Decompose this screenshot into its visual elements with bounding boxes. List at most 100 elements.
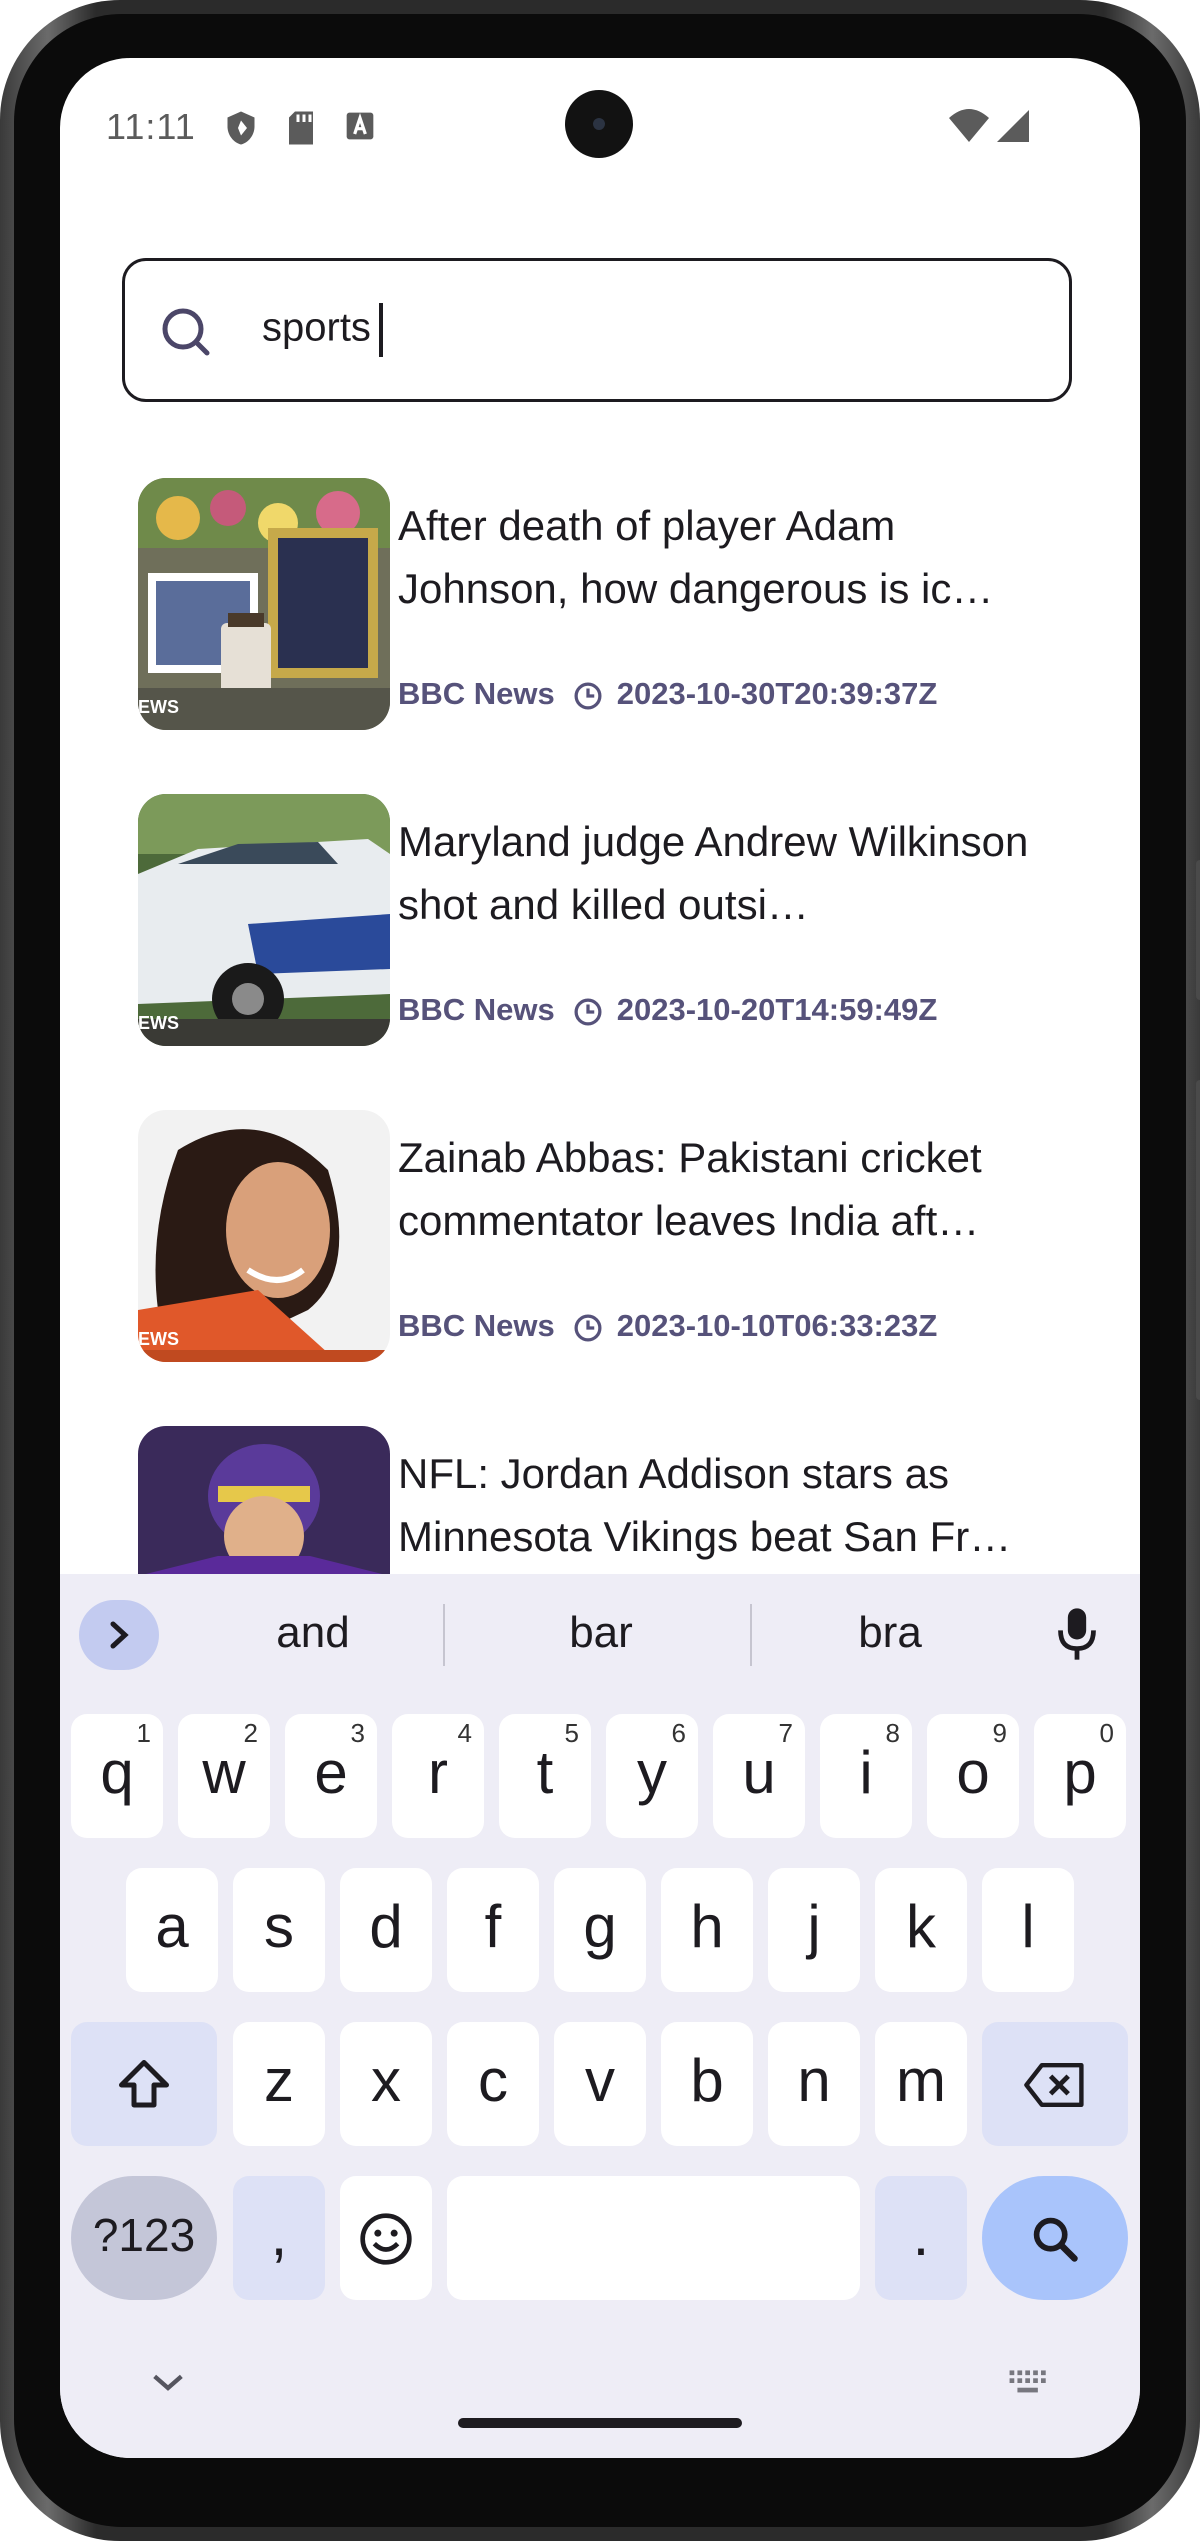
search-value: sports [262,305,371,350]
article-list[interactable]: EWS After death of player Adam Johnson, … [60,478,1140,1628]
keyboard-switch-icon[interactable] [1008,2368,1052,2398]
article-thumbnail: EWS [138,1110,390,1362]
key-letter: o [956,1739,990,1806]
key-h[interactable]: h [661,1868,753,1992]
power-button [1196,1080,1200,1400]
search-icon [162,308,210,356]
key-number-hint: 5 [564,1718,579,1748]
article-meta: BBC News 2023-10-30T20:39:37Z [398,676,937,712]
suggestion-2[interactable]: bar [486,1608,716,1658]
key-u[interactable]: u7 [713,1714,805,1838]
key-number-hint: 3 [350,1718,365,1748]
key-letter: t [536,1739,554,1806]
key-w[interactable]: w2 [178,1714,270,1838]
clock-icon [574,1314,602,1342]
article-item[interactable]: EWS After death of player Adam Johnson, … [138,478,1078,730]
key-i[interactable]: i8 [820,1714,912,1838]
phone-frame: 11:11 sports EWS After death of player A… [0,0,1200,2541]
key-number-hint: 7 [778,1718,793,1748]
article-meta: BBC News 2023-10-20T14:59:49Z [398,992,937,1028]
suggestion-1[interactable]: and [198,1608,428,1658]
period-key[interactable]: . [875,2176,967,2300]
key-r[interactable]: r4 [392,1714,484,1838]
thumbnail-watermark: EWS [138,1013,180,1033]
article-meta: BBC News 2023-10-10T06:33:23Z [398,1308,937,1344]
key-z[interactable]: z [233,2022,325,2146]
key-g[interactable]: g [554,1868,646,1992]
key-d[interactable]: d [340,1868,432,1992]
key-s[interactable]: s [233,1868,325,1992]
key-letter: q [100,1739,134,1806]
expand-toolbar-button[interactable] [79,1600,159,1670]
key-k[interactable]: k [875,1868,967,1992]
clock-icon [574,682,602,710]
emoji-key[interactable] [340,2176,432,2300]
key-c[interactable]: c [447,2022,539,2146]
search-action-key[interactable] [982,2176,1128,2300]
article-source: BBC News [398,1308,555,1343]
soft-keyboard: and bar bra q1 w2 e3 r4 t5 y6 u 7 i 8 o … [60,1574,1140,2458]
key-o[interactable]: o9 [927,1714,1019,1838]
key-q[interactable]: q1 [71,1714,163,1838]
hide-keyboard-icon[interactable] [148,2368,188,2398]
key-t[interactable]: t5 [499,1714,591,1838]
key-l[interactable]: l [982,1868,1074,1992]
volume-button [1196,860,1200,1000]
key-number-hint: 8 [885,1718,900,1748]
article-title: Maryland judge Andrew Wilkinson shot and… [398,818,1029,928]
article-date: 2023-10-30T20:39:37Z [616,676,938,711]
search-input[interactable]: sports [262,303,383,357]
shift-icon [119,2060,169,2108]
key-letter: r [428,1739,448,1806]
article-date: 2023-10-10T06:33:23Z [616,1308,938,1343]
article-title: NFL: Jordan Addison stars as Minnesota V… [398,1450,1012,1560]
article-item[interactable]: EWS Maryland judge Andrew Wilkinson shot… [138,794,1078,1046]
article-title: Zainab Abbas: Pakistani cricket commenta… [398,1134,982,1244]
search-icon [1033,2217,1078,2262]
key-letter: p [1063,1739,1097,1806]
key-x[interactable]: x [340,2022,432,2146]
emoji-icon [360,2213,412,2265]
suggestion-strip: and bar bra [60,1574,1140,1696]
microphone-icon[interactable] [1055,1604,1099,1664]
key-letter: e [314,1739,348,1806]
key-j[interactable]: j [768,1868,860,1992]
key-number-hint: 0 [1099,1718,1114,1748]
key-m[interactable]: m [875,2022,967,2146]
shield-icon [227,111,255,145]
key-e[interactable]: e3 [285,1714,377,1838]
article-item[interactable]: EWS Zainab Abbas: Pakistani cricket comm… [138,1110,1078,1362]
key-number-hint: 2 [243,1718,258,1748]
key-a[interactable]: a [126,1868,218,1992]
key-y[interactable]: y6 [606,1714,698,1838]
key-v[interactable]: v [554,2022,646,2146]
key-number-hint: 4 [457,1718,472,1748]
article-source: BBC News [398,992,555,1027]
text-cursor [378,303,383,357]
article-thumbnail: EWS [138,794,390,1046]
key-f[interactable]: f [447,1868,539,1992]
key-n[interactable]: n [768,2022,860,2146]
search-field[interactable]: sports [122,258,1072,402]
clock-icon [574,998,602,1026]
suggestion-divider [750,1604,752,1666]
phone-bezel: 11:11 sports EWS After death of player A… [14,14,1186,2527]
key-b[interactable]: b [661,2022,753,2146]
key-letter: i [859,1739,873,1806]
space-key[interactable] [447,2176,860,2300]
symbols-key[interactable]: ?123 [71,2176,217,2300]
screen: 11:11 sports EWS After death of player A… [60,58,1140,2458]
article-title: After death of player Adam Johnson, how … [398,502,994,612]
front-camera [565,90,633,158]
comma-key[interactable]: , [233,2176,325,2300]
backspace-key[interactable] [982,2022,1128,2146]
article-thumbnail: EWS [138,478,390,730]
shift-key[interactable] [71,2022,217,2146]
status-bar: 11:11 [60,58,1140,168]
key-number-hint: 9 [992,1718,1007,1748]
gesture-handle[interactable] [458,2418,742,2428]
suggestion-3[interactable]: bra [775,1608,1005,1658]
key-p[interactable]: p0 [1034,1714,1126,1838]
key-letter: u [742,1739,776,1806]
article-source: BBC News [398,676,555,711]
